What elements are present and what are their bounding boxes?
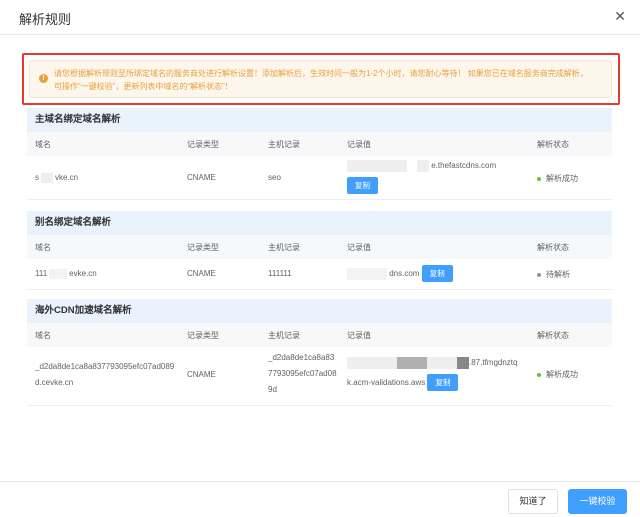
copy-button[interactable]: 复制	[421, 265, 453, 282]
domain-cell: 111 evke.cn	[35, 269, 97, 279]
dialog-footer: 知道了 一键校验	[0, 481, 640, 517]
section-title: 别名绑定域名解析	[27, 211, 612, 235]
host-cell: seo	[268, 173, 281, 182]
table-row: s vke.cn CNAME seo e.thefastcdns.com 复制 解…	[27, 156, 612, 200]
table-row: 111 evke.cn CNAME 111111 dns.com 复制 待解析	[27, 259, 612, 290]
status-badge: 待解析	[537, 269, 570, 280]
warning-icon: !	[39, 74, 48, 83]
section-overseas-cdn: 海外CDN加速域名解析 域名 记录类型 主机记录 记录值 解析状态 _d2da8…	[27, 299, 612, 406]
col-type: 记录类型	[187, 243, 219, 252]
value-cell: e.thefastcdns.com	[347, 160, 496, 172]
table-header: 域名 记录类型 主机记录 记录值 解析状态	[27, 235, 612, 259]
col-status: 解析状态	[537, 243, 569, 252]
close-icon[interactable]: ✕	[614, 8, 626, 25]
col-host: 主机记录	[268, 140, 300, 149]
col-value: 记录值	[347, 140, 371, 149]
value-cell-line2: k.acm-validations.aws 复制	[347, 374, 459, 391]
col-type: 记录类型	[187, 140, 219, 149]
col-status: 解析状态	[537, 140, 569, 149]
col-value: 记录值	[347, 243, 371, 252]
value-cell: .87.tfmgdnztq	[347, 355, 517, 371]
col-domain: 域名	[35, 331, 51, 340]
copy-button[interactable]: 复制	[427, 374, 459, 391]
col-host: 主机记录	[268, 243, 300, 252]
col-type: 记录类型	[187, 331, 219, 340]
type-cell: CNAME	[187, 370, 216, 379]
col-domain: 域名	[35, 140, 51, 149]
dialog-title: 解析规则	[19, 12, 72, 27]
status-badge: 解析成功	[537, 367, 578, 383]
status-badge: 解析成功	[537, 173, 578, 184]
section-title: 海外CDN加速域名解析	[27, 299, 612, 323]
col-host: 主机记录	[268, 331, 300, 340]
value-cell: dns.com 复制	[347, 265, 453, 282]
domain-cell: s vke.cn	[35, 173, 79, 183]
host-cell: 111111	[268, 269, 292, 278]
copy-button[interactable]: 复制	[347, 177, 378, 194]
ok-button[interactable]: 知道了	[508, 489, 558, 514]
section-main-domain: 主域名绑定域名解析 域名 记录类型 主机记录 记录值 解析状态 s vke.cn …	[27, 108, 612, 200]
alert-text: 请您根据解析规则至所绑定域名的服务商处进行解析设置！添加解析后，生效时间一般为1…	[54, 69, 588, 91]
col-status: 解析状态	[537, 331, 569, 340]
table-header: 域名 记录类型 主机记录 记录值 解析状态	[27, 323, 612, 347]
section-title: 主域名绑定域名解析	[27, 108, 612, 132]
col-value: 记录值	[347, 331, 371, 340]
alert-warning: ! 请您根据解析规则至所绑定域名的服务商处进行解析设置！添加解析后，生效时间一般…	[29, 60, 612, 98]
section-alias-domain: 别名绑定域名解析 域名 记录类型 主机记录 记录值 解析状态 111 evke.c…	[27, 211, 612, 290]
verify-button[interactable]: 一键校验	[568, 489, 627, 514]
type-cell: CNAME	[187, 173, 216, 182]
col-domain: 域名	[35, 243, 51, 252]
table-row: _d2da8de1ca8a837793095efc07ad089 d.cevke.…	[27, 347, 612, 406]
table-header: 域名 记录类型 主机记录 记录值 解析状态	[27, 132, 612, 156]
domain-cell: _d2da8de1ca8a837793095efc07ad089 d.cevke.…	[35, 362, 175, 387]
dialog-header: 解析规则 ✕	[0, 0, 640, 35]
host-cell: _d2da8de1ca8a83 7793095efc07ad08 9d	[268, 353, 337, 394]
type-cell: CNAME	[187, 269, 216, 278]
